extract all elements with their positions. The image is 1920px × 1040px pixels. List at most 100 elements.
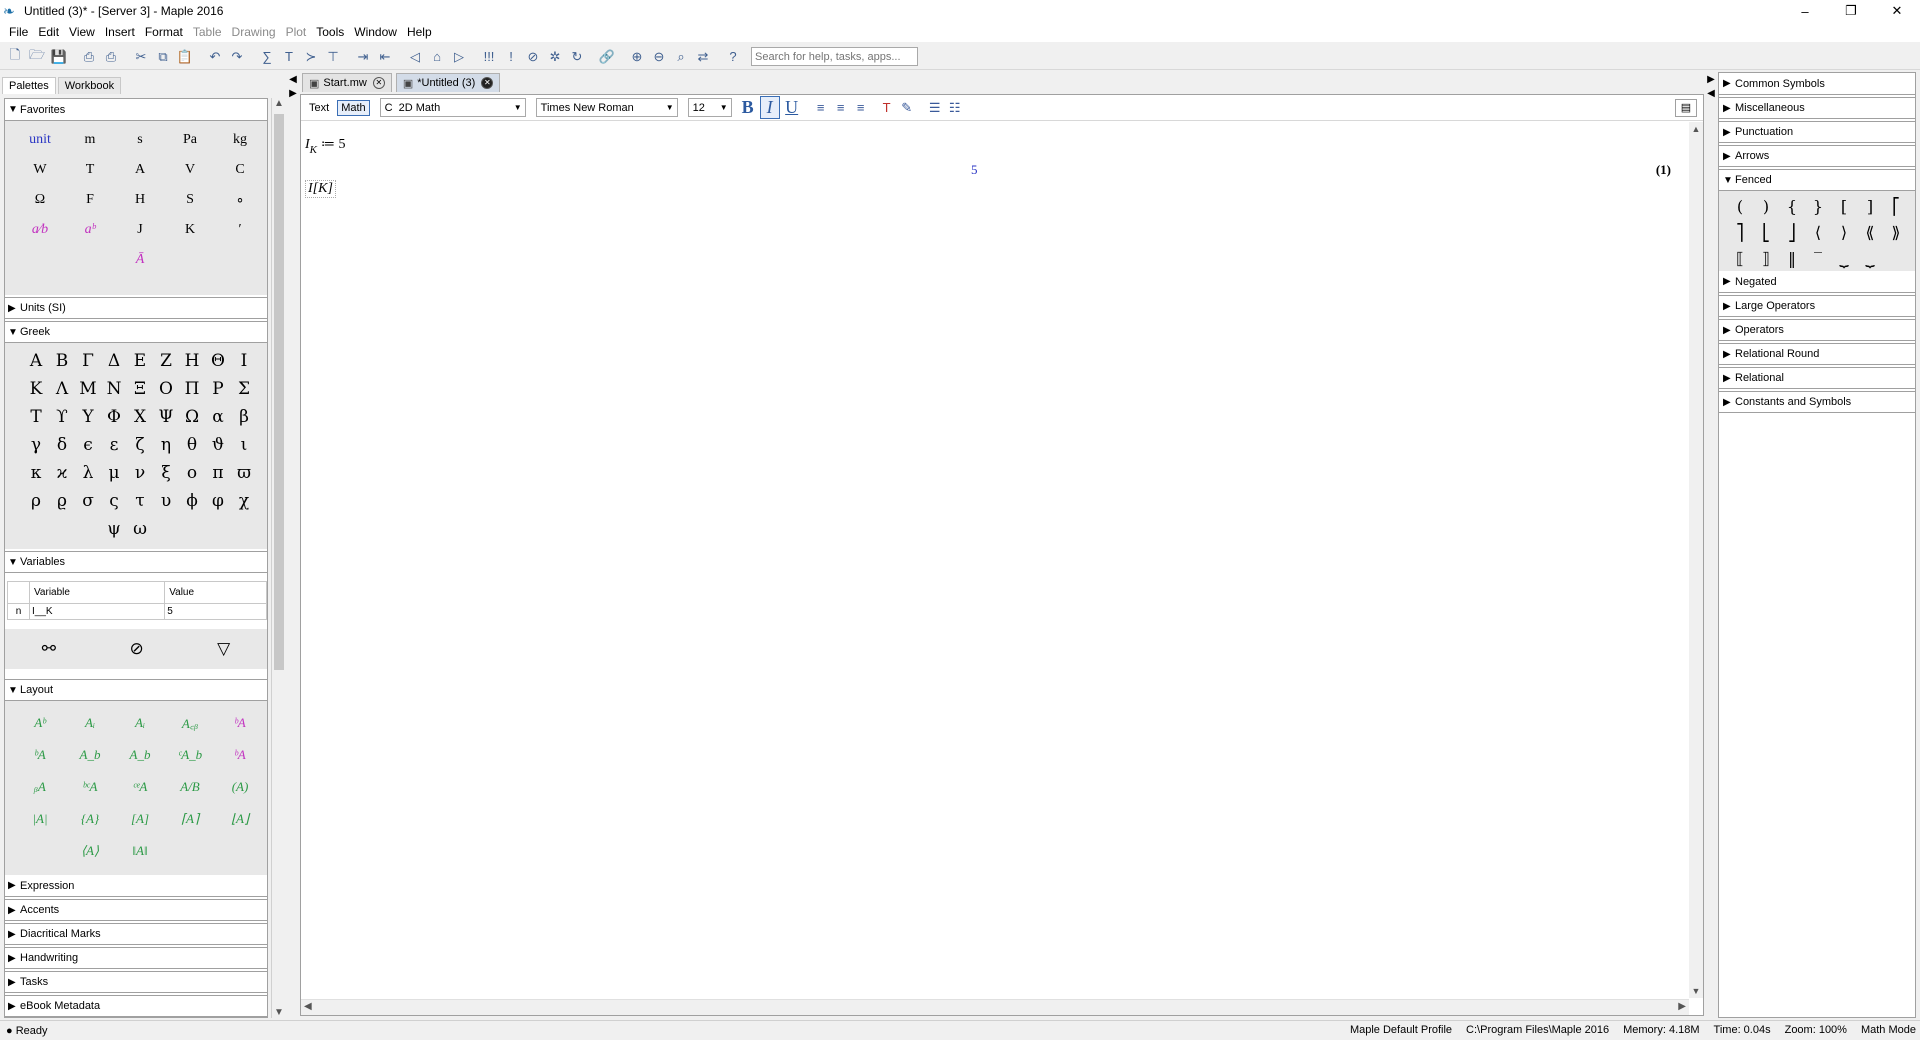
menu-help[interactable]: Help [402,22,437,42]
layout-symbol[interactable]: |A| [32,811,47,827]
restart-icon[interactable]: ↻ [567,47,587,67]
print-preview-icon[interactable]: ⎙ [101,47,121,67]
scroll-up-icon[interactable]: ▲ [1689,124,1703,134]
greek-symbol[interactable]: Ο [159,379,173,399]
execute-icon[interactable]: ! [501,47,521,67]
palette-header-common-symbols[interactable]: ▶ Common Symbols [1719,73,1915,95]
fenced-symbol[interactable]: ‾ [1814,249,1822,268]
layout-symbol[interactable]: ᵇᶜA [83,779,98,795]
palette-header-punctuation[interactable]: ▶ Punctuation [1719,121,1915,143]
menu-window[interactable]: Window [349,22,402,42]
palette-header-fenced[interactable]: ▼ Fenced [1719,169,1915,191]
greek-symbol[interactable]: η [161,435,171,455]
palette-header-tasks[interactable]: ▶ Tasks [5,971,267,993]
table-row[interactable]: n I__K 5 [7,603,267,620]
greek-symbol[interactable]: σ [82,491,94,511]
greek-symbol[interactable]: ψ [107,519,120,539]
undo-icon[interactable]: ↶ [205,47,225,67]
greek-symbol[interactable]: ρ [31,491,41,511]
document-horizontal-scrollbar[interactable]: ◀ ▶ [301,999,1689,1015]
palette-symbol[interactable]: unit [29,132,51,148]
layout-symbol[interactable]: ⟨A⟩ [81,843,99,859]
greek-symbol[interactable]: α [212,407,223,427]
close-tab-icon[interactable]: ✕ [372,77,385,89]
fenced-symbol[interactable]: } [1813,197,1823,216]
greek-symbol[interactable]: ϱ [57,491,67,511]
greek-symbol[interactable]: ζ [135,435,144,455]
tab-workbook[interactable]: Workbook [57,77,122,94]
text-mode-toggle[interactable]: Text [306,101,332,115]
fenced-symbol[interactable]: ( [1737,197,1743,216]
home-icon[interactable]: ⌂ [427,47,447,67]
palette-header-miscellaneous[interactable]: ▶ Miscellaneous [1719,97,1915,119]
new-document-icon[interactable]: 🗋 [5,47,25,67]
greek-symbol[interactable]: Κ [30,379,43,399]
greek-symbol[interactable]: χ [239,491,249,511]
document-vertical-scrollbar[interactable]: ▲ ▼ [1689,122,1703,998]
palette-symbol[interactable]: T [86,162,95,178]
layout-symbol[interactable]: {A} [81,811,99,827]
layout-symbol[interactable]: Aᵇ [34,715,45,731]
layout-symbol[interactable]: (A) [232,779,249,795]
greek-symbol[interactable]: Ν [107,379,122,399]
worksheet[interactable]: IK ≔ 5 5 (1) I[K] [301,122,1687,996]
palette-header-variables[interactable]: ▼ Variables [5,551,267,573]
layout-symbol[interactable]: A_b [80,747,101,763]
palette-symbol[interactable]: ′ [238,222,241,238]
italic-button[interactable]: I [759,96,780,119]
menu-view[interactable]: View [64,22,100,42]
greek-symbol[interactable]: Χ [134,407,146,427]
document-tab[interactable]: ▣ *Untitled (3) ✕ [395,73,501,92]
greek-symbol[interactable]: ϰ [57,463,68,483]
palette-header-relational[interactable]: ▶ Relational [1719,367,1915,389]
align-left-icon[interactable]: ≡ [812,100,830,115]
layout-symbol[interactable]: ᵇA [234,747,245,763]
highlight-icon[interactable]: ✎ [898,100,916,116]
column-header-value[interactable]: Value [164,581,267,604]
filter-icon[interactable]: ▽ [217,639,230,659]
palette-header-units[interactable]: ▶ Units (SI) [5,297,267,319]
fenced-symbol[interactable]: ⏟ [1839,248,1849,268]
palette-symbol[interactable]: W [33,162,46,178]
palette-header-accents[interactable]: ▶ Accents [5,899,267,921]
scroll-up-icon[interactable]: ▲ [272,98,286,109]
layout-symbol[interactable]: ᵦA [34,779,46,795]
layout-symbol[interactable]: ‖A‖ [132,843,147,859]
print-icon[interactable]: ⎙ [79,47,99,67]
maximize-button[interactable]: ❐ [1828,0,1874,22]
greek-symbol[interactable]: ξ [161,463,170,483]
greek-symbol[interactable]: ϖ [237,463,251,483]
greek-symbol[interactable]: Ι [241,351,248,371]
fenced-symbol[interactable]: ] [1867,197,1873,216]
greek-symbol[interactable]: ι [241,435,248,455]
scroll-down-icon[interactable]: ▼ [272,1007,286,1018]
greek-symbol[interactable]: ε [110,435,119,455]
copy-icon[interactable]: ⧉ [153,47,173,67]
layout-symbol[interactable]: [A] [131,811,149,827]
palette-header-handwriting[interactable]: ▶ Handwriting [5,947,267,969]
greek-symbol[interactable]: λ [83,463,94,483]
greek-symbol[interactable]: θ [187,435,197,455]
column-header-variable[interactable]: Variable [28,581,166,604]
palette-symbol[interactable]: Pa [183,132,197,148]
fenced-symbol[interactable]: ⟪ [1866,223,1875,242]
math-mode-select[interactable]: C 2D Math ▼ [379,98,526,117]
palette-symbol[interactable]: F [86,192,94,208]
insert-prompt-icon[interactable]: ≻ [301,47,321,67]
math-input-2[interactable]: I[K] [305,180,336,198]
layout-symbol[interactable]: ⌊A⌋ [231,811,249,827]
menu-plot[interactable]: Plot [281,22,312,42]
greek-symbol[interactable]: Ξ [134,379,146,399]
menu-tools[interactable]: Tools [311,22,349,42]
palette-header-diacritical-marks[interactable]: ▶ Diacritical Marks [5,923,267,945]
greek-symbol[interactable]: Τ [30,407,41,427]
fenced-symbol[interactable]: ⟧ [1762,249,1770,268]
layout-symbol[interactable]: ᶜᵉA [133,779,148,795]
outdent-icon[interactable]: ⇤ [375,47,395,67]
palettes-scrollbar[interactable]: ▲ ▼ [271,98,285,1018]
menu-file[interactable]: File [4,22,33,42]
layout-symbol[interactable]: A_b [130,747,151,763]
greek-symbol[interactable]: Β [56,351,69,371]
scroll-right-icon[interactable]: ▶ [1678,1001,1686,1012]
zoom-reset-icon[interactable]: ⌕ [671,47,691,67]
